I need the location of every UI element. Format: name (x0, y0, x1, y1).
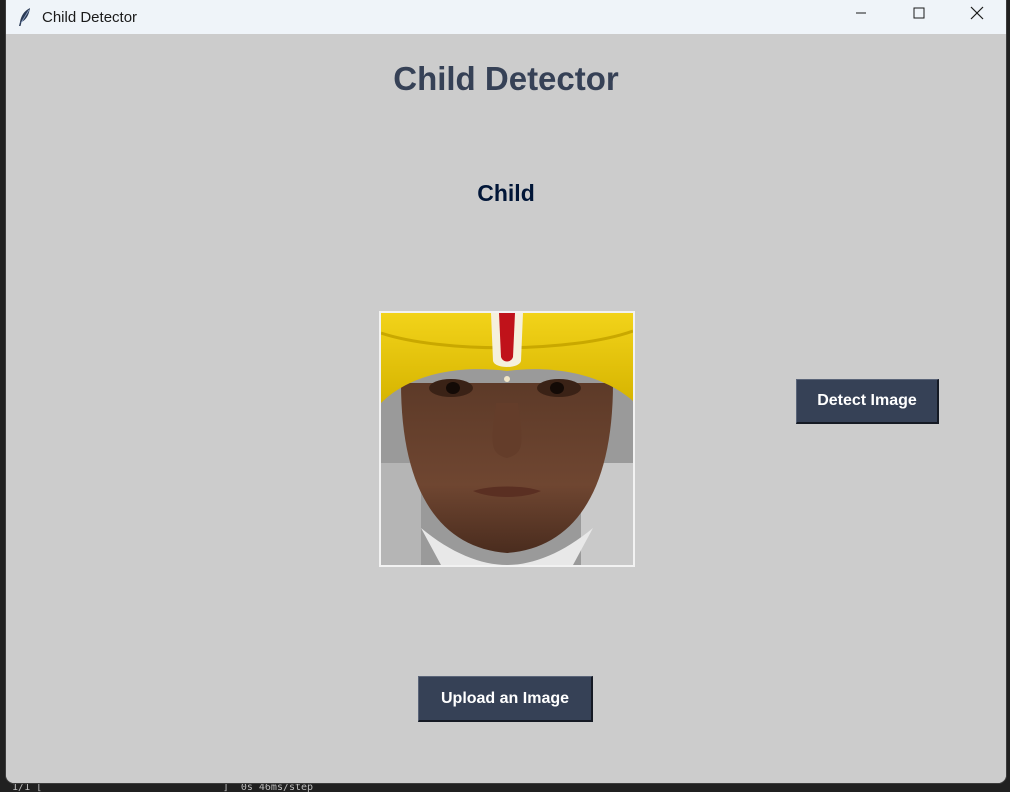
background-terminal-text: 1/1 [ ] 0s 46ms/step (0, 783, 314, 792)
upload-image-button[interactable]: Upload an Image (418, 676, 593, 722)
app-heading: Child Detector (393, 60, 619, 97)
minimize-button[interactable] (832, 0, 890, 30)
close-icon (970, 6, 984, 25)
window-title: Child Detector (42, 8, 138, 26)
detect-image-button[interactable]: Detect Image (796, 379, 939, 424)
minimize-icon (855, 6, 867, 24)
uploaded-image (379, 311, 635, 567)
maximize-icon (913, 6, 925, 24)
title-bar[interactable]: Child Detector (6, 0, 1006, 34)
window-controls (832, 0, 1006, 34)
app-window: Child Detector Child Detector Child Dete… (6, 0, 1006, 783)
close-button[interactable] (948, 0, 1006, 30)
maximize-button[interactable] (890, 0, 948, 30)
classification-result: Child (477, 180, 535, 206)
feather-icon (18, 7, 32, 27)
desktop: 1/1 [ ] 0s 46ms/step Child Detector Chil… (0, 0, 1010, 792)
main-content: Child Detector Child Detect Image Upload… (6, 34, 1006, 783)
